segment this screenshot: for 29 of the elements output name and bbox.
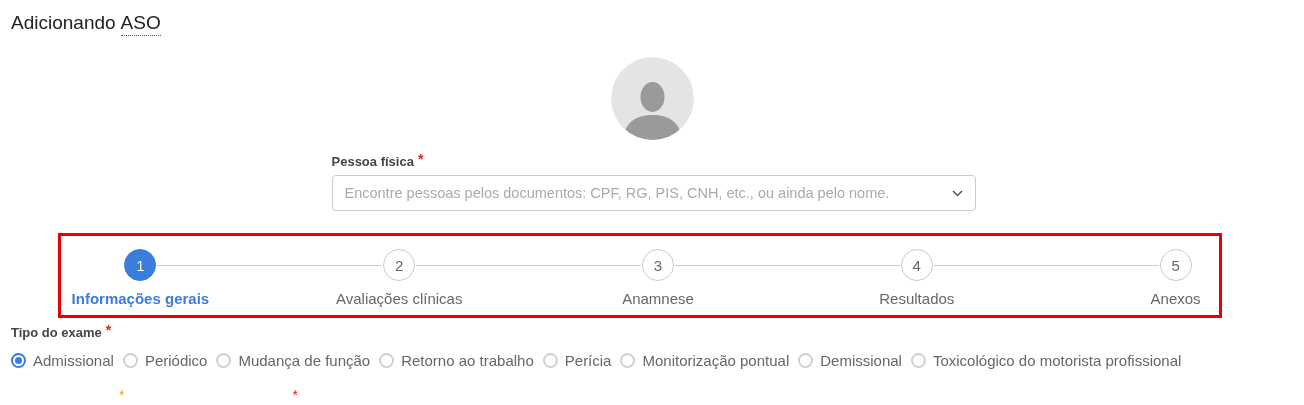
radio-button[interactable] — [11, 353, 26, 368]
step-label[interactable]: Avaliações clínicas — [335, 290, 463, 307]
avatar-icon — [610, 57, 694, 140]
step-number[interactable]: 5 — [1159, 249, 1192, 281]
field-label: Tipo do exame — [11, 325, 102, 340]
step-label[interactable]: Anamnese — [622, 290, 694, 307]
radio-label[interactable]: Toxicológico do motorista profissional — [932, 352, 1182, 369]
step-number[interactable]: 3 — [642, 249, 674, 281]
step-number[interactable]: 4 — [900, 249, 933, 281]
radio-label[interactable]: Perícia — [564, 352, 612, 369]
required-mark: * — [292, 387, 298, 403]
required-mark: * — [417, 154, 424, 164]
step-number[interactable]: 2 — [383, 249, 416, 281]
field-label: Pessoa física — [331, 154, 414, 169]
radio-label[interactable]: Demissional — [820, 352, 902, 369]
chevron-down-icon — [951, 189, 963, 197]
required-mark: * — [105, 325, 112, 335]
step-label[interactable]: Informações gerais — [71, 290, 210, 307]
radio-label[interactable]: Retorno ao trabalho — [401, 352, 534, 369]
radio-label[interactable]: Monitorização pontual — [642, 352, 790, 369]
radio-label[interactable]: Mudança de função — [238, 352, 371, 369]
step-label[interactable]: Anexos — [1150, 290, 1201, 307]
radio-label[interactable]: Admissional — [33, 352, 114, 369]
step-label[interactable]: Resultados — [879, 290, 955, 307]
required-mark: * — [119, 387, 125, 403]
step-number[interactable]: 1 — [124, 249, 157, 281]
radio-label[interactable]: Periódico — [144, 352, 208, 369]
abbreviation: ASO — [120, 12, 161, 36]
page-title: Adicionando — [11, 12, 116, 35]
